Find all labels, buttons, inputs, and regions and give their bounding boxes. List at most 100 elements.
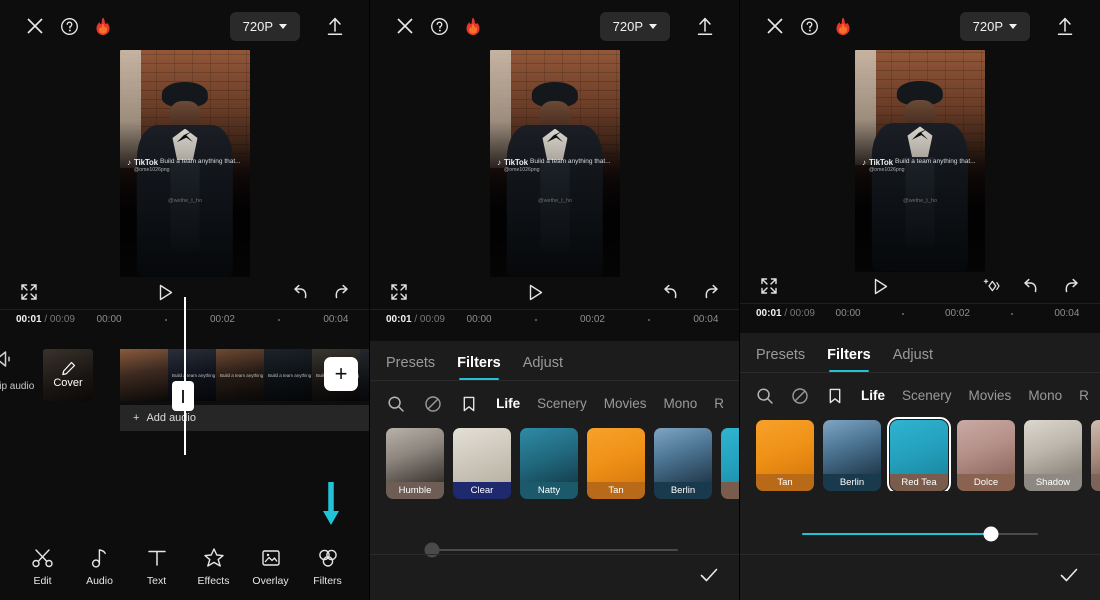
category-life[interactable]: Life [496, 396, 520, 411]
flame-icon[interactable] [826, 9, 860, 43]
tab-adjust[interactable]: Adjust [523, 355, 563, 380]
playhead-handle[interactable] [172, 381, 194, 411]
help-icon[interactable] [52, 9, 86, 43]
category-movies[interactable]: Movies [969, 388, 1012, 403]
resolution-label: 720P [612, 18, 643, 34]
close-icon[interactable] [388, 9, 422, 43]
filter-card[interactable]: Natty [520, 428, 578, 499]
search-icon[interactable] [756, 385, 774, 406]
video-caption: Build a team anything that... [160, 158, 241, 165]
filter-card[interactable]: Shadow [1024, 420, 1082, 491]
slider-track[interactable] [424, 542, 678, 558]
tiktok-handle: @ome1026png [134, 167, 170, 173]
tab-presets[interactable]: Presets [386, 355, 435, 380]
close-icon[interactable] [758, 9, 792, 43]
tool-label: Edit [33, 575, 52, 587]
category-more[interactable]: R [714, 396, 724, 411]
compare-icon[interactable] [978, 273, 1004, 299]
video-preview-area[interactable]: ♪ TikTok @ome1026png Build a team anythi… [0, 50, 370, 277]
category-life[interactable]: Life [861, 388, 885, 403]
speaker-icon[interactable] [0, 349, 20, 369]
vest [170, 159, 200, 250]
help-icon[interactable] [422, 9, 456, 43]
fullscreen-icon[interactable] [16, 279, 42, 305]
filter-card-partial[interactable] [721, 428, 740, 499]
tool-edit[interactable]: Edit [17, 547, 69, 587]
bookmark-icon[interactable] [459, 393, 479, 414]
help-icon[interactable] [792, 9, 826, 43]
bookmark-icon[interactable] [826, 385, 844, 406]
play-icon[interactable] [522, 279, 548, 305]
tab-adjust[interactable]: Adjust [893, 347, 933, 372]
undo-icon[interactable] [288, 279, 314, 305]
export-icon[interactable] [1048, 9, 1082, 43]
time-separator: / [414, 314, 418, 325]
intensity-slider[interactable] [740, 513, 1100, 555]
none-icon[interactable] [791, 385, 809, 406]
tool-text[interactable]: Text [131, 547, 183, 587]
filter-card-partial[interactable] [1091, 420, 1100, 491]
none-icon[interactable] [423, 393, 443, 414]
slider-knob[interactable] [983, 526, 999, 542]
tab-filters[interactable]: Filters [457, 355, 501, 380]
add-audio-button[interactable]: + Add audio [120, 405, 370, 431]
ruler-dot [164, 318, 167, 321]
category-scenery[interactable]: Scenery [902, 388, 952, 403]
filters-list[interactable]: Tan Berlin Red Tea Dolce Shadow [740, 406, 1100, 491]
category-mono[interactable]: Mono [1028, 388, 1062, 403]
flame-icon[interactable] [456, 9, 490, 43]
tool-overlay[interactable]: Overlay [245, 547, 297, 587]
close-icon[interactable] [18, 9, 52, 43]
fullscreen-icon[interactable] [386, 279, 412, 305]
video-preview-area[interactable]: ♪ TikTok @ome1026png Build a team anythi… [740, 49, 1100, 272]
timeline-track[interactable]: clip audio Cover Build a team anything t… [0, 297, 370, 455]
fullscreen-icon[interactable] [756, 273, 782, 299]
video-preview-area[interactable]: ♪ TikTok @ome1026png Build a team anythi… [370, 50, 740, 277]
redo-icon[interactable] [698, 279, 724, 305]
resolution-dropdown[interactable]: 720P [599, 11, 670, 41]
play-icon[interactable] [867, 273, 893, 299]
filters-list[interactable]: Humble Clear Natty Tan Berlin [370, 414, 740, 499]
filter-card[interactable]: Dolce [957, 420, 1015, 491]
redo-icon[interactable] [1058, 273, 1084, 299]
filter-card[interactable]: Berlin [654, 428, 712, 499]
playhead[interactable] [172, 297, 194, 455]
tool-audio[interactable]: Audio [74, 547, 126, 587]
search-icon[interactable] [386, 393, 406, 414]
tool-filters[interactable]: Filters [302, 547, 354, 587]
chevron-down-icon [649, 23, 657, 29]
category-more[interactable]: R [1079, 388, 1089, 403]
check-icon[interactable] [1058, 564, 1080, 591]
tool-effects[interactable]: Effects [188, 547, 240, 587]
undo-icon[interactable] [1018, 273, 1044, 299]
tab-presets[interactable]: Presets [756, 347, 805, 372]
flame-icon[interactable] [86, 9, 120, 43]
clip-frame[interactable]: Build a team anything that... [264, 349, 312, 401]
panel-step-3: 720P ♪ TikTok @ome1026png Build a team a… [740, 0, 1100, 600]
clip-frame[interactable]: Build a team anything that... [216, 349, 264, 401]
export-icon[interactable] [318, 9, 352, 43]
resolution-dropdown[interactable]: 720P [229, 11, 300, 41]
clip-frame[interactable] [120, 349, 168, 401]
tab-filters[interactable]: Filters [827, 347, 871, 372]
filter-card[interactable]: Tan [587, 428, 645, 499]
resolution-dropdown[interactable]: 720P [959, 11, 1030, 41]
category-mono[interactable]: Mono [663, 396, 697, 411]
filter-card[interactable]: Clear [453, 428, 511, 499]
slider-track[interactable] [802, 526, 1038, 542]
category-scenery[interactable]: Scenery [537, 396, 587, 411]
undo-icon[interactable] [658, 279, 684, 305]
filter-card[interactable]: Tan [756, 420, 814, 491]
filters-hint-arrow [322, 482, 340, 528]
cover-thumbnail[interactable]: Cover [43, 349, 93, 401]
redo-icon[interactable] [328, 279, 354, 305]
filter-card[interactable]: Humble [386, 428, 444, 499]
play-icon[interactable] [152, 279, 178, 305]
three-panel-tutorial: 720P ♪ TikTok @ome1026png Build a team a… [0, 0, 1100, 600]
check-icon[interactable] [698, 564, 720, 591]
export-icon[interactable] [688, 9, 722, 43]
category-movies[interactable]: Movies [604, 396, 647, 411]
add-clip-button[interactable]: + [324, 357, 358, 391]
filter-card-selected[interactable]: Red Tea [887, 417, 951, 491]
filter-card[interactable]: Berlin [823, 420, 881, 491]
